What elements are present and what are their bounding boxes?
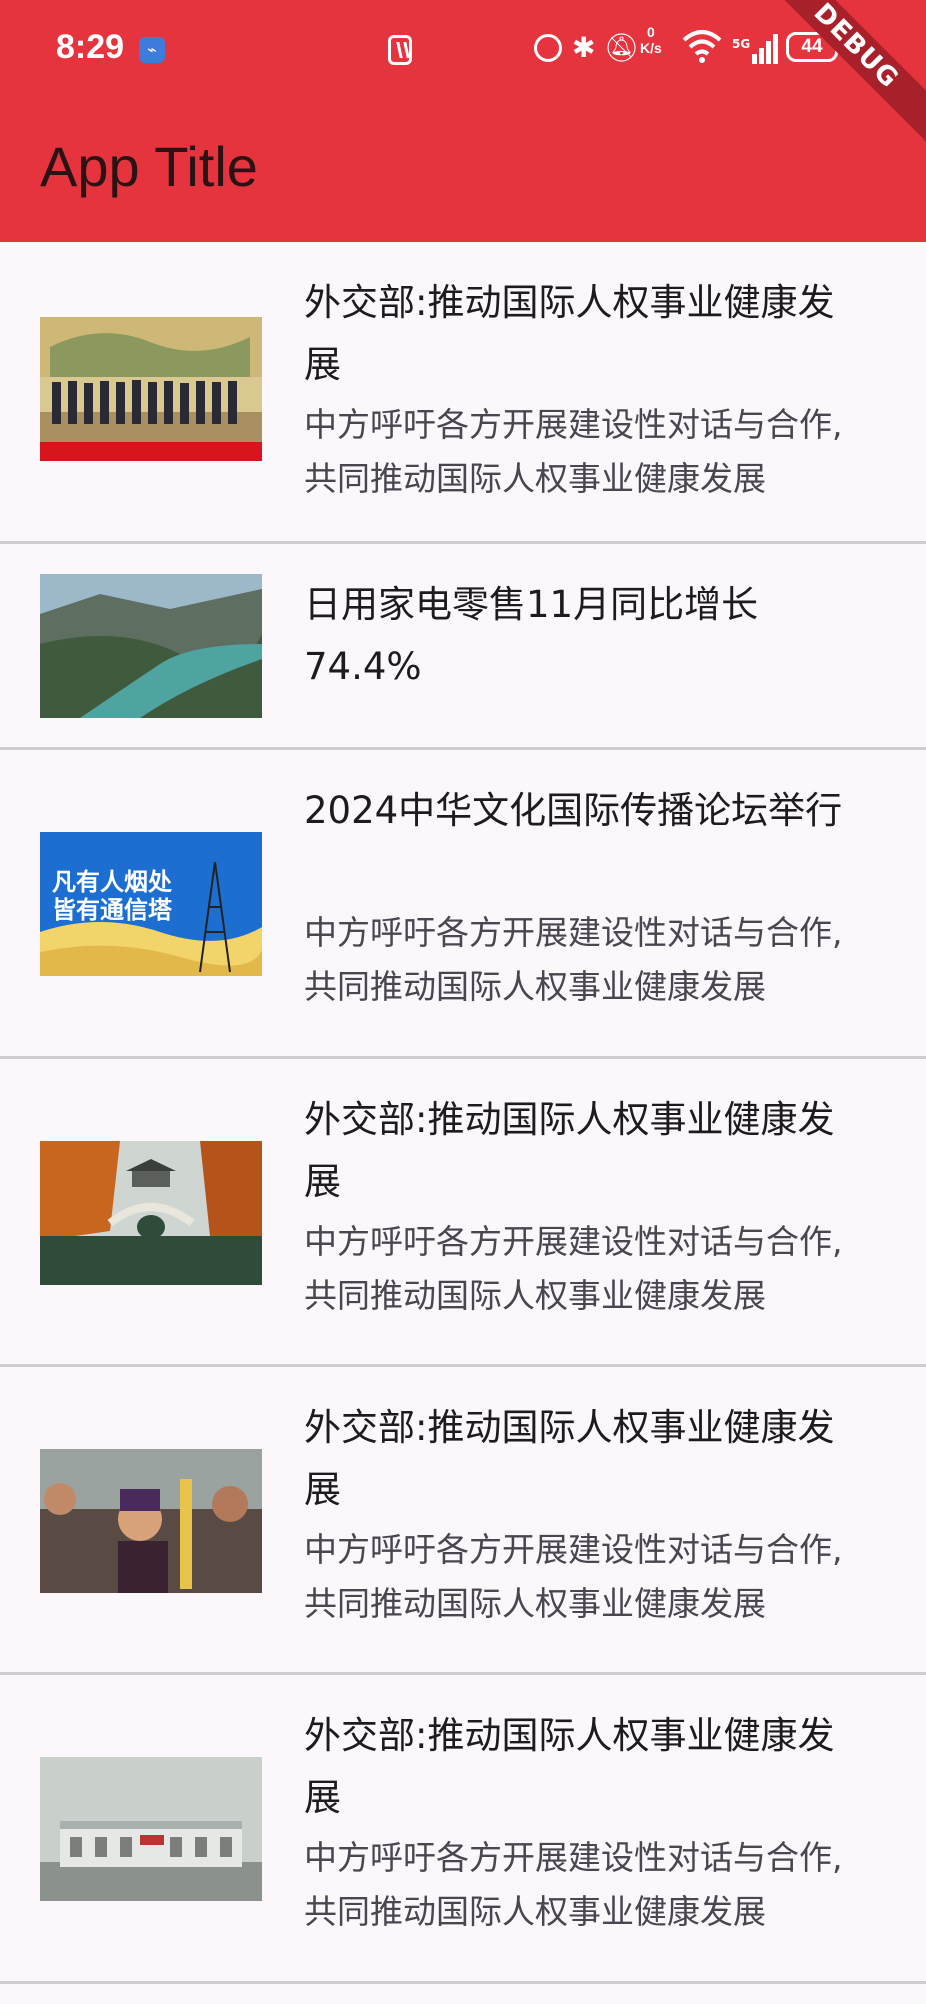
signal-icon: 5G	[732, 32, 778, 64]
svg-text:凡有人烟处: 凡有人烟处	[52, 868, 172, 896]
news-item[interactable]: 外交部:推动国际人权事业健康发展 中方呼吁各方开展建设性对话与合作,共同推动国际…	[0, 1675, 926, 1984]
news-title: 外交部:推动国际人权事业健康发展	[304, 1406, 835, 1511]
usb-icon: ⌁	[139, 37, 165, 63]
nfc-icon	[388, 35, 412, 65]
news-item[interactable]: 外交部:推动国际人权事业健康发展 中方呼吁各方开展建设性对话与合作,共同推动国际…	[0, 1059, 926, 1367]
wifi-icon	[682, 28, 722, 75]
alarm-icon	[534, 34, 562, 62]
mute-icon: 🔕︎	[604, 31, 640, 64]
news-title: 2024中华文化国际传播论坛举行	[304, 789, 843, 832]
news-title: 外交部:推动国际人权事业健康发展	[304, 1098, 835, 1203]
news-item[interactable]: 外交部:推动国际人权事业健康发展 中方呼吁各方开展建设性对话与合作,共同推动国际…	[0, 1367, 926, 1675]
news-list[interactable]: 外交部:推动国际人权事业健康发展 中方呼吁各方开展建设性对话与合作,共同推动国际…	[0, 242, 926, 1984]
news-subtitle: 中方呼吁各方开展建设性对话与合作,共同推动国际人权事业健康发展	[304, 1838, 843, 1931]
network-type: 5G	[732, 37, 751, 51]
news-thumbnail: 凡有人烟处 皆有通信塔	[40, 832, 262, 976]
news-subtitle: 中方呼吁各方开展建设性对话与合作,共同推动国际人权事业健康发展	[304, 913, 843, 1006]
bluetooth-icon: ✱	[572, 31, 596, 64]
debug-banner: DEBUG	[744, 0, 926, 158]
news-item[interactable]: 外交部:推动国际人权事业健康发展 中方呼吁各方开展建设性对话与合作,共同推动国际…	[0, 242, 926, 544]
news-item[interactable]: 凡有人烟处 皆有通信塔 2024中华文化国际传播论坛举行 中方呼吁各方开展建设性…	[0, 750, 926, 1059]
app-title: App Title	[40, 135, 258, 198]
news-subtitle: 中方呼吁各方开展建设性对话与合作,共同推动国际人权事业健康发展	[304, 1530, 843, 1623]
app-bar: 8:29 ⌁ ✱ 🔕︎ 0 K/s 5G 44 DEBUG App Title	[0, 0, 926, 242]
news-title: 外交部:推动国际人权事业健康发展	[304, 1714, 835, 1819]
news-thumbnail	[40, 574, 262, 718]
news-thumbnail	[40, 1757, 262, 1901]
news-subtitle: 中方呼吁各方开展建设性对话与合作,共同推动国际人权事业健康发展	[304, 405, 843, 498]
news-thumbnail	[40, 1141, 262, 1285]
news-subtitle: 中方呼吁各方开展建设性对话与合作,共同推动国际人权事业健康发展	[304, 1222, 843, 1315]
news-title: 日用家电零售11月同比增长74.4%	[304, 583, 759, 688]
svg-text:皆有通信塔: 皆有通信塔	[52, 896, 173, 924]
news-title: 外交部:推动国际人权事业健康发展	[304, 281, 835, 386]
status-time: 8:29	[56, 28, 125, 66]
news-thumbnail	[40, 317, 262, 461]
news-thumbnail	[40, 1449, 262, 1593]
network-speed: 0 K/s	[640, 24, 662, 56]
news-item[interactable]: 日用家电零售11月同比增长74.4%	[0, 544, 926, 750]
